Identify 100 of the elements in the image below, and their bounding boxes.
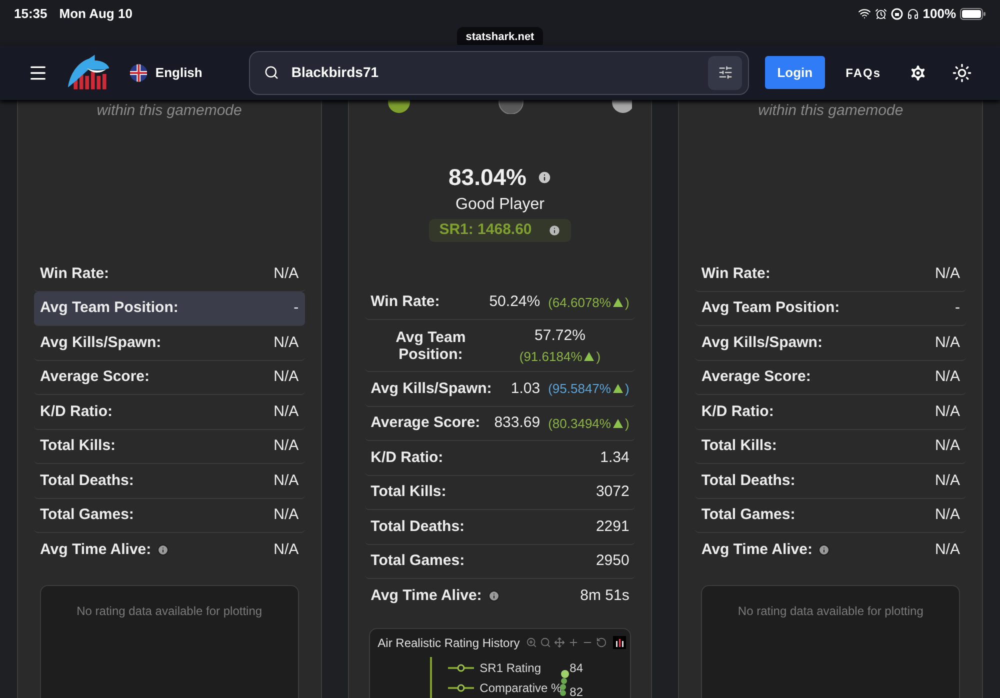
stat-label: Win Rate: (370, 292, 440, 312)
gamemode-note: within this gamemode (96, 102, 243, 120)
search-icon[interactable] (540, 637, 551, 648)
stat-value: 2291 (596, 516, 630, 536)
legend-label: Comparative % (480, 680, 562, 696)
stat-label: Average Score: (370, 413, 480, 433)
sliders-icon (718, 65, 733, 80)
stat-value: N/A (934, 540, 960, 560)
stat-label: Avg Kills/Spawn: (701, 332, 822, 352)
stat-value: 1.34 (600, 448, 630, 468)
uk-flag-icon[interactable] (130, 64, 148, 82)
up-triangle-icon (612, 298, 623, 307)
stat-value: N/A (274, 264, 299, 284)
closing-parenthesis: ) (624, 380, 630, 398)
plus-icon[interactable] (568, 637, 579, 648)
theme-toggle-button[interactable] (952, 62, 972, 82)
battery-icon (960, 8, 986, 20)
up-triangle-icon (612, 418, 623, 428)
stat-value: N/A (274, 332, 299, 352)
stat-label: K/D Ratio: (40, 402, 112, 422)
reset-icon[interactable] (596, 637, 607, 648)
stat-label: Avg Time Alive: (40, 540, 152, 560)
pan-icon[interactable] (554, 637, 565, 648)
percentile-text: (80.3494% (548, 414, 611, 433)
sun-icon (952, 62, 972, 82)
rating-rank: Good Player (456, 194, 544, 214)
stat-label: Avg Team Position: (40, 298, 178, 318)
info-icon[interactable] (157, 544, 170, 556)
stat-value: N/A (934, 436, 960, 456)
info-icon[interactable] (548, 224, 561, 236)
stat-value: N/A (934, 332, 960, 352)
chart-title: Air Realistic Rating History (378, 634, 520, 652)
stat-value: 8m 51s (580, 586, 630, 606)
search-icon (264, 65, 280, 80)
stat-label: Total Kills: (40, 436, 116, 456)
sr-value: SR1: 1468.60 (439, 220, 532, 240)
login-button[interactable]: Login (765, 56, 825, 89)
headphones-icon (906, 8, 919, 20)
stat-label: Total Kills: (701, 436, 777, 456)
stat-label: K/D Ratio: (370, 448, 444, 468)
closing-parenthesis: ) (624, 294, 630, 312)
stat-label: Avg Time Alive: (370, 586, 482, 606)
stat-value: N/A (934, 505, 960, 525)
stat-label: Avg Time Alive: (701, 540, 812, 560)
info-icon[interactable] (488, 590, 500, 602)
stat-label: Average Score: (701, 367, 811, 387)
legend-line-icon (448, 664, 474, 672)
info-icon[interactable] (818, 544, 830, 556)
plot-message: No rating data available for plotting (76, 602, 262, 620)
battery-percent: 100% (922, 4, 956, 23)
stat-label: Avg Team Position: (394, 328, 467, 362)
stat-label: Total Games: (370, 551, 465, 571)
stat-value: 2950 (596, 551, 630, 571)
alarm-icon (874, 8, 887, 20)
gamemode-note: within this gamemode (757, 102, 904, 120)
stat-label: Win Rate: (40, 264, 110, 284)
stat-value: - (294, 298, 299, 318)
filter-button[interactable] (708, 56, 742, 90)
shark-logo[interactable] (66, 54, 110, 92)
stat-label: Total Games: (40, 505, 134, 525)
legend-line-icon (448, 684, 474, 692)
stat-label: K/D Ratio: (701, 402, 774, 422)
stat-label: Total Deaths: (701, 470, 796, 490)
stat-label: Total Kills: (370, 482, 446, 502)
search-field[interactable]: Blackbirds71 (249, 50, 750, 94)
axis-tick-label: 84 (570, 660, 584, 676)
rating-score: 83.04% (448, 163, 526, 192)
date-text: Mon Aug 10 (59, 4, 132, 23)
stat-value: N/A (934, 470, 960, 490)
percentile-text: (64.6078% (548, 294, 611, 312)
stat-label: Avg Kills/Spawn: (40, 332, 162, 352)
stat-label: Total Games: (701, 505, 796, 525)
stat-value: 833.69 (494, 413, 540, 433)
zoom-icon[interactable] (526, 637, 537, 648)
closing-parenthesis: ) (596, 348, 601, 366)
closing-parenthesis: ) (624, 414, 630, 433)
stat-value: N/A (934, 264, 960, 284)
stat-label: Total Deaths: (40, 470, 134, 490)
settings-button[interactable] (908, 62, 928, 82)
faqs-link[interactable]: FAQs (846, 64, 881, 82)
stat-value: N/A (274, 470, 299, 490)
stat-value: N/A (934, 367, 960, 387)
stat-label: Avg Kills/Spawn: (370, 378, 492, 398)
percentile-text: (95.5847% (548, 380, 611, 398)
info-icon[interactable] (536, 170, 552, 185)
stat-value: 57.72% (534, 326, 586, 346)
stat-label: Win Rate: (701, 264, 770, 284)
stat-value: N/A (274, 402, 299, 422)
stat-value: 1.03 (510, 378, 540, 398)
legend-label: SR1 Rating (480, 660, 542, 676)
up-triangle-icon (612, 384, 623, 394)
bars-icon[interactable] (612, 636, 626, 649)
stat-value: N/A (934, 402, 960, 422)
stat-label: Total Deaths: (370, 516, 465, 536)
clock-time: 15:35 (14, 4, 48, 23)
language-label[interactable]: English (155, 62, 202, 82)
stat-value: N/A (274, 505, 299, 525)
settings-icon (908, 62, 928, 82)
search-input[interactable]: Blackbirds71 (291, 62, 708, 83)
stat-value: N/A (274, 540, 299, 560)
